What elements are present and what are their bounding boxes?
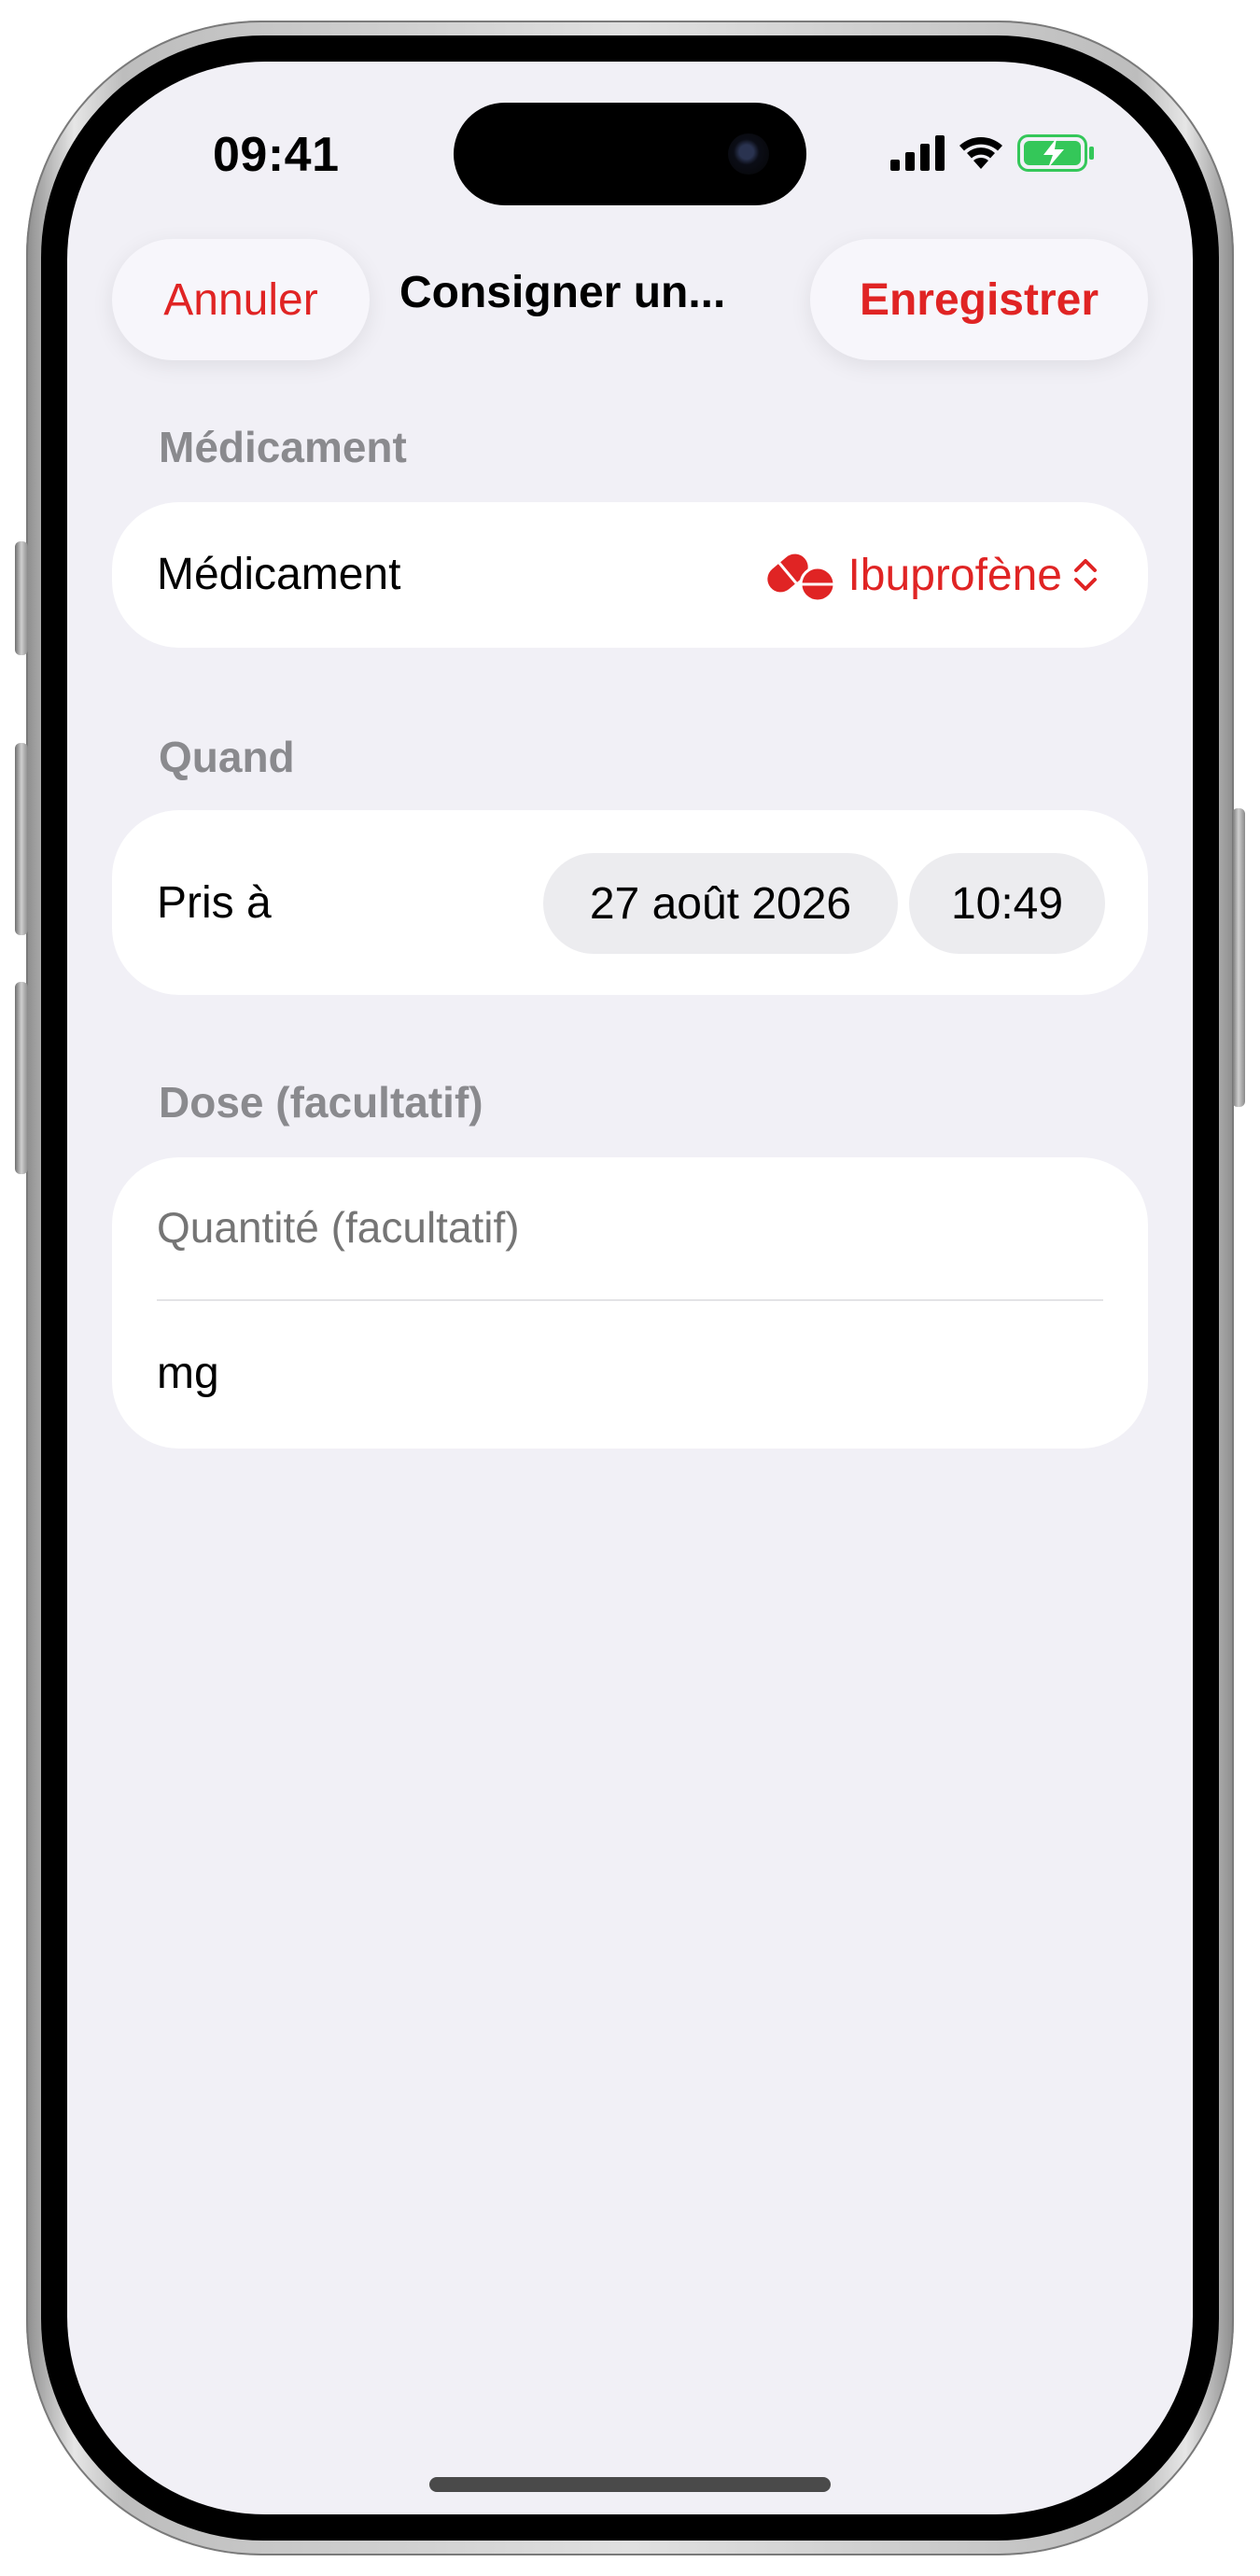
power-button <box>1232 808 1245 1107</box>
dynamic-island <box>454 103 806 205</box>
medication-picker[interactable]: Ibuprofène <box>763 543 1099 607</box>
dose-divider <box>157 1299 1103 1301</box>
date-picker-button[interactable]: 27 août 2026 <box>543 853 898 954</box>
status-time: 09:41 <box>213 128 340 182</box>
battery-charging-icon <box>1017 134 1094 172</box>
home-indicator[interactable] <box>429 2477 831 2492</box>
wifi-icon <box>959 137 1002 169</box>
cancel-button[interactable]: Annuler <box>112 239 370 360</box>
cellular-signal-icon <box>890 135 945 171</box>
volume-up-button <box>15 743 28 935</box>
status-icons <box>890 134 1096 172</box>
chevron-up-down-icon <box>1074 559 1097 591</box>
camera-icon <box>728 133 769 175</box>
volume-down-button <box>15 982 28 1174</box>
save-button[interactable]: Enregistrer <box>810 239 1148 360</box>
quantity-input[interactable] <box>157 1202 1090 1253</box>
dose-unit-field[interactable]: mg <box>157 1348 219 1399</box>
nav-title: Consigner un... <box>399 268 726 317</box>
screen: 09:41 Annuler Consigner un... Enregistre… <box>67 62 1193 2514</box>
medication-card: Médicament Ibuprofène <box>112 502 1148 648</box>
taken-at-label: Pris à <box>157 878 272 928</box>
time-picker-button[interactable]: 10:49 <box>909 853 1105 954</box>
medication-row-label: Médicament <box>157 550 401 599</box>
section-header-dose: Dose (facultatif) <box>159 1078 483 1127</box>
section-header-medication: Médicament <box>159 423 407 471</box>
medication-value: Ibuprofène <box>847 550 1062 600</box>
section-header-when: Quand <box>159 733 295 781</box>
when-card: Pris à 27 août 2026 10:49 <box>112 810 1148 995</box>
action-button <box>15 541 28 655</box>
pills-icon <box>767 553 836 603</box>
dose-card: mg <box>112 1157 1148 1449</box>
